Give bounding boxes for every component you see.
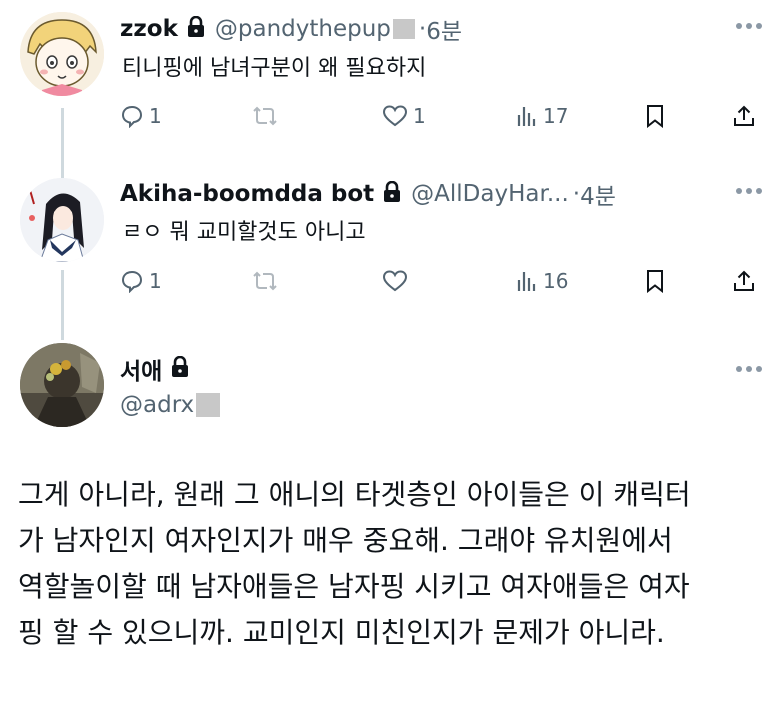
thread-line (61, 270, 64, 340)
retweet-icon (253, 106, 277, 126)
views-icon (517, 272, 536, 291)
avatar-cartoon-image (20, 12, 104, 96)
reply-icon (121, 270, 143, 293)
tweet-actions: 1 16 (120, 266, 760, 296)
retweet-button[interactable] (252, 101, 283, 131)
bookmark-button[interactable] (644, 266, 666, 296)
lock-icon (171, 355, 189, 383)
lock-icon (187, 15, 205, 43)
share-button[interactable] (732, 266, 756, 296)
author-name[interactable]: Akiha-boomdda bot (120, 181, 374, 207)
thread-line (61, 108, 64, 178)
avatar[interactable] (20, 178, 104, 262)
redaction-box (392, 19, 415, 39)
tweet-header: zzok @pandythepup · 6분 (120, 12, 462, 46)
views-button[interactable]: 17 (514, 101, 568, 131)
author-handle[interactable]: @pandythepup (215, 16, 391, 42)
author-handle[interactable]: @adrx (120, 392, 194, 418)
reply-count: 1 (149, 269, 162, 293)
retweet-icon (253, 271, 277, 291)
post-body: 그게 아니라, 원래 그 애니의 타겟층인 아이들은 이 캐릭터 가 남자인지 … (18, 472, 768, 656)
like-count: 1 (413, 104, 426, 128)
like-icon (382, 270, 408, 292)
post-line: 핑 할 수 있으니까. 교미인지 미친인지가 문제가 아니라. (18, 616, 665, 649)
author-name[interactable]: zzok (120, 16, 178, 42)
author-row: 서애 (120, 352, 199, 386)
tweet-text: ㄹㅇ 뭐 교미할것도 아니고 (122, 220, 366, 245)
post-line: 가 남자인지 여자인지가 매우 중요해. 그래야 유치원에서 (18, 524, 673, 557)
share-button[interactable] (732, 101, 756, 131)
redaction-box (196, 393, 221, 417)
timestamp[interactable]: 4분 (580, 177, 616, 211)
reply-icon (121, 105, 143, 128)
post-line: 역할놀이할 때 남자애들은 남자핑 시키고 여자애들은 여자 (18, 570, 690, 603)
reply-button[interactable]: 1 (120, 101, 162, 131)
bookmark-icon (647, 105, 663, 128)
tweet-actions: 1 1 17 (120, 101, 760, 131)
more-icon[interactable] (736, 188, 762, 194)
share-icon (734, 270, 754, 291)
reply-button[interactable]: 1 (120, 266, 162, 296)
more-icon[interactable] (736, 23, 762, 29)
handle-row: @adrx (120, 392, 221, 418)
views-count: 17 (543, 104, 569, 128)
views-button[interactable]: 16 (514, 266, 568, 296)
separator-dot: · (418, 16, 427, 42)
views-count: 16 (543, 269, 569, 293)
like-icon (382, 105, 408, 127)
like-button[interactable]: 1 (382, 101, 426, 131)
like-button[interactable] (382, 266, 413, 296)
tweet-header: Akiha-boomdda bot @AllDayHar... · 4분 (120, 177, 616, 211)
lock-icon (383, 180, 401, 208)
avatar[interactable] (20, 12, 104, 96)
separator-dot: · (572, 181, 581, 207)
views-icon (517, 107, 536, 126)
more-icon[interactable] (736, 366, 762, 372)
post-line: 그게 아니라, 원래 그 애니의 타겟층인 아이들은 이 캐릭터 (18, 478, 691, 511)
avatar-anime-image (20, 178, 104, 262)
retweet-button[interactable] (252, 266, 283, 296)
bookmark-icon (647, 270, 663, 293)
reply-count: 1 (149, 104, 162, 128)
tweet-text: 티니핑에 남녀구분이 왜 필요하지 (122, 56, 427, 81)
avatar-photo-image (20, 343, 104, 427)
bookmark-button[interactable] (644, 101, 666, 131)
author-name[interactable]: 서애 (120, 352, 162, 386)
timestamp[interactable]: 6분 (426, 12, 462, 46)
author-handle[interactable]: @AllDayHar... (411, 181, 569, 207)
avatar[interactable] (20, 343, 104, 427)
share-icon (734, 105, 754, 126)
